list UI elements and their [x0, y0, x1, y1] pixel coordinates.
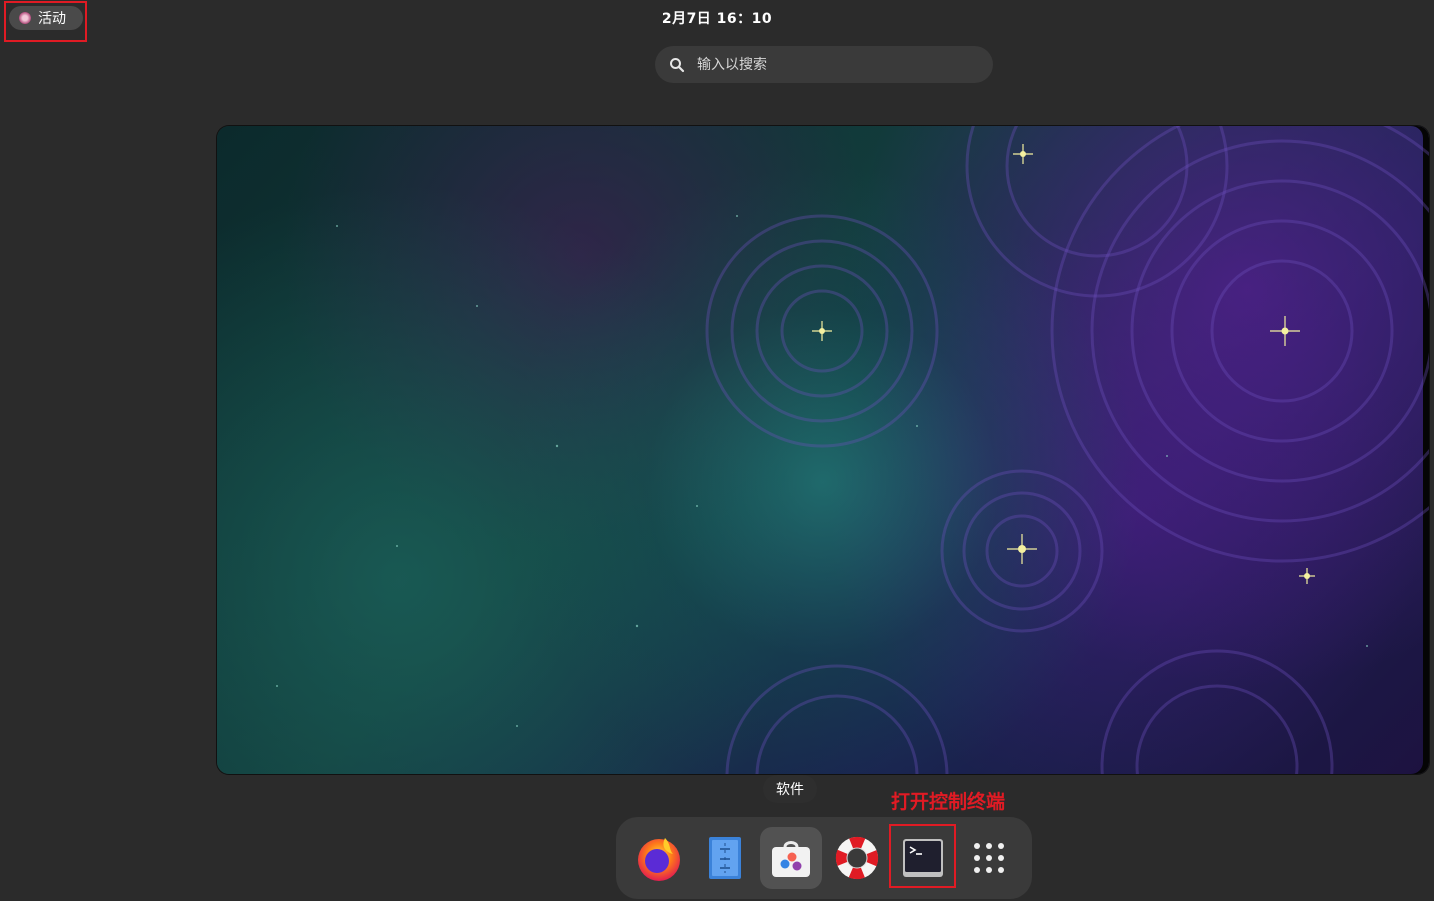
lifebuoy-icon [835, 836, 879, 880]
workspace-thumbnail[interactable] [217, 126, 1429, 774]
terminal-highlight-box [889, 824, 956, 888]
search-input[interactable] [695, 55, 979, 74]
dock-item-text-editor[interactable] [694, 827, 756, 889]
activities-highlight-box [4, 1, 87, 42]
clock[interactable]: 2月7日 16：10 [0, 8, 1434, 28]
firefox-icon [638, 838, 680, 881]
search-icon [670, 57, 685, 72]
top-bar: 活动 2月7日 16：10 [0, 0, 1434, 34]
dock-item-help[interactable] [826, 827, 888, 889]
annotation-label: 打开控制终端 [891, 791, 1006, 813]
app-grid-icon [974, 843, 1004, 873]
search-bar[interactable] [655, 46, 993, 83]
dock-item-show-apps[interactable] [958, 827, 1020, 889]
text-editor-icon [709, 837, 741, 879]
dock-item-firefox[interactable] [628, 827, 690, 889]
wallpaper-graphic [276, 126, 1429, 774]
dock-item-software[interactable] [760, 827, 822, 889]
software-store-icon [772, 841, 810, 877]
dock-tooltip: 软件 [763, 775, 817, 803]
